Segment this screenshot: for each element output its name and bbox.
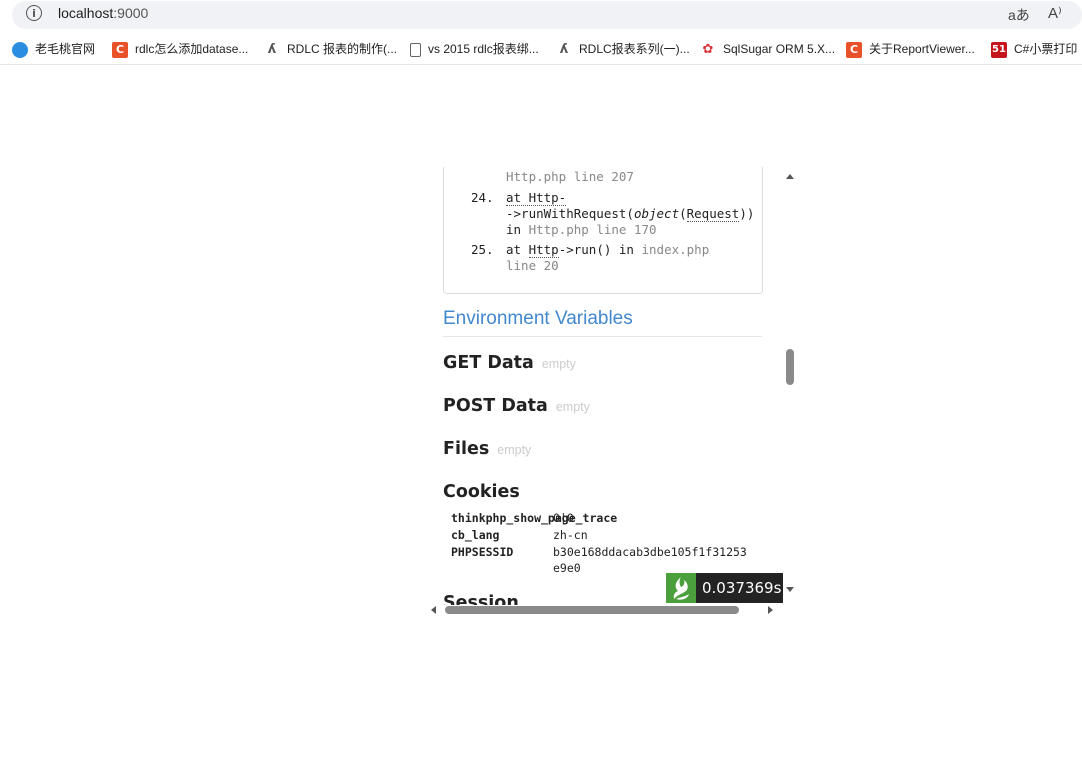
panel-content: Http.php line 207 24. at Http- ->runWith… <box>425 167 783 605</box>
horizontal-scrollbar[interactable] <box>425 603 783 619</box>
scroll-right-arrow-icon[interactable] <box>768 606 773 614</box>
cookie-key: PHPSESSID <box>451 545 514 559</box>
bookmark-item[interactable]: Crdlc怎么添加datase... <box>112 40 248 58</box>
stack-line: in Http.php line 170 <box>506 222 657 237</box>
csdn-icon: C <box>846 41 862 58</box>
cookie-key: thinkphp_show_page_trace <box>451 511 618 525</box>
cookie-value: 0|0 <box>553 511 574 525</box>
bookmark-item[interactable]: ʎ RDLC 报表的制作(... <box>264 40 397 58</box>
bookmarks-bar: 老毛桃官网 Crdlc怎么添加datase... ʎ RDLC 报表的制作(...… <box>0 34 1082 65</box>
bookmark-item[interactable]: 老毛桃官网 <box>12 40 95 58</box>
csdn-icon: C <box>112 41 128 58</box>
scroll-down-arrow-icon[interactable] <box>786 587 794 592</box>
bookmark-item[interactable]: ʎ RDLC报表系列(一)... <box>556 40 690 58</box>
url-host: localhost <box>58 5 114 21</box>
stack-line: at Http- <box>506 190 567 206</box>
stack-number: 24. <box>471 190 494 205</box>
cookies-heading: Cookies <box>443 482 520 502</box>
get-data-heading: GET Data empty <box>443 353 576 373</box>
site-info-icon[interactable]: i <box>26 5 42 21</box>
bookmark-item[interactable]: ✿ SqlSugar ORM 5.X... <box>700 40 836 58</box>
bookmark-label: 关于ReportViewer... <box>869 42 975 56</box>
url-field[interactable]: localhost:9000 <box>58 5 148 21</box>
files-heading: Files empty <box>443 439 532 459</box>
bookmark-label: RDLC报表系列(一)... <box>579 42 690 56</box>
bookmark-label: SqlSugar ORM 5.X... <box>723 42 836 56</box>
exception-panel: Http.php line 207 24. at Http- ->runWith… <box>425 167 798 619</box>
horizontal-scroll-thumb[interactable] <box>445 606 739 614</box>
scroll-left-arrow-icon[interactable] <box>431 606 436 614</box>
stack-fragment: Http.php line 207 <box>506 169 634 184</box>
stack-line: line 20 <box>506 258 559 273</box>
environment-title: Environment Variables <box>443 308 762 337</box>
stack-line: ->runWithRequest(object(Request)) <box>506 206 755 222</box>
vertical-scroll-thumb[interactable] <box>786 349 794 385</box>
bookmark-label: C#小票打印 <box>1014 42 1078 56</box>
empty-label: empty <box>497 443 532 457</box>
address-pill[interactable] <box>12 1 1082 29</box>
empty-label: empty <box>541 357 576 371</box>
translate-icon[interactable]: aあ <box>1008 5 1030 25</box>
read-aloud-icon[interactable]: A⁾ <box>1048 4 1062 22</box>
page-trace-badge[interactable]: 0.037369s <box>666 573 783 603</box>
cookie-value-cont: e9e0 <box>553 561 581 575</box>
vertical-scrollbar[interactable] <box>783 167 798 605</box>
globe-icon <box>12 41 28 58</box>
scroll-up-arrow-icon[interactable] <box>786 174 794 179</box>
bookmark-item[interactable]: 51 C#小票打印 <box>991 40 1077 58</box>
bookmark-item[interactable]: C 关于ReportViewer... <box>846 40 975 58</box>
bookmark-item[interactable]: vs 2015 rdlc报表绑... <box>410 40 539 58</box>
cookie-value: zh-cn <box>553 528 588 542</box>
address-bar: i localhost:9000 aあ A⁾ <box>0 0 1082 30</box>
bookmark-label: 老毛桃官网 <box>35 42 96 56</box>
sqlsugar-icon: ✿ <box>702 41 714 57</box>
trace-time: 0.037369s <box>696 573 783 603</box>
tool-icon: ʎ <box>267 41 277 57</box>
stack-line: at Http->run() in index.php <box>506 242 710 258</box>
empty-label: empty <box>555 400 590 414</box>
document-icon <box>410 42 421 57</box>
bookmark-label: vs 2015 rdlc报表绑... <box>428 42 539 56</box>
call-stack: Http.php line 207 24. at Http- ->runWith… <box>443 167 763 294</box>
bookmark-label: RDLC 报表的制作(... <box>287 42 398 56</box>
tool-icon: ʎ <box>559 41 569 57</box>
thinkphp-logo-icon <box>666 573 696 603</box>
stack-number: 25. <box>471 242 494 257</box>
url-port: :9000 <box>113 5 149 21</box>
cookie-key: cb_lang <box>451 528 500 542</box>
cookie-value: b30e168ddacab3dbe105f1f31253 <box>553 545 747 559</box>
51cto-icon: 51 <box>991 41 1007 58</box>
post-data-heading: POST Data empty <box>443 396 590 416</box>
bookmark-label: rdlc怎么添加datase... <box>135 42 249 56</box>
